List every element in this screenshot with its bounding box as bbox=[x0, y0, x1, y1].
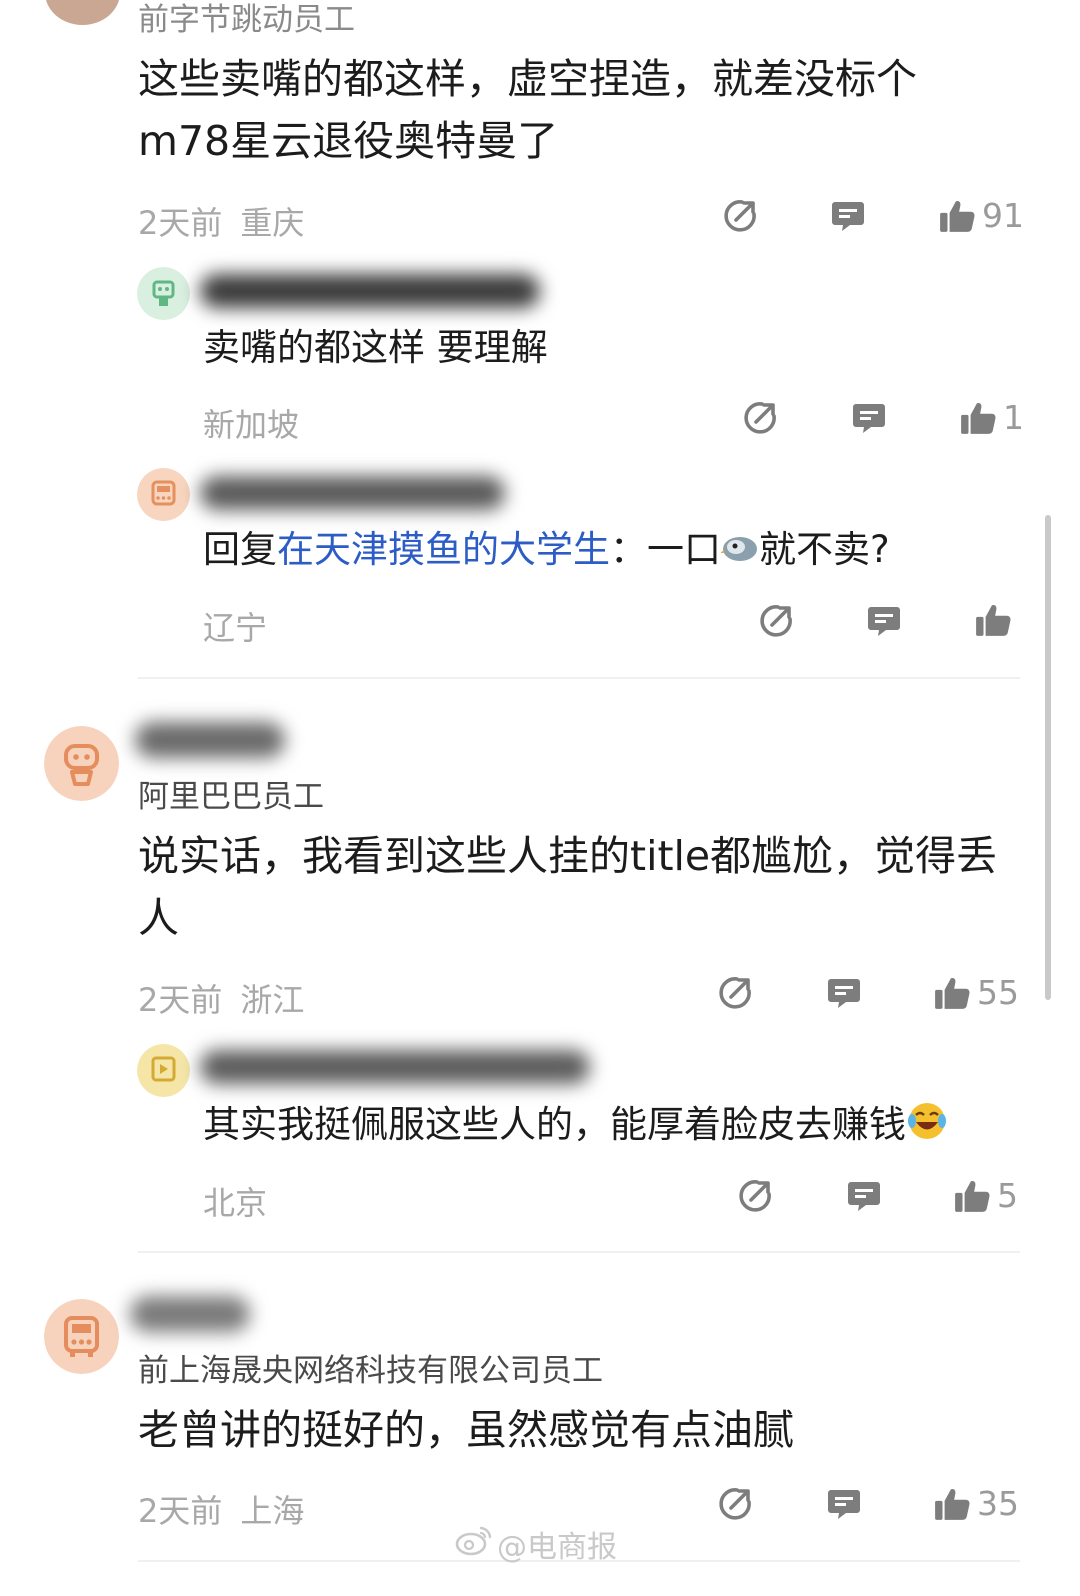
share-icon bbox=[719, 1488, 751, 1520]
share-button[interactable] bbox=[717, 975, 753, 1011]
bus-avatar-icon bbox=[137, 468, 190, 521]
reply-text-body: 其实我挺佩服这些人的，能厚着脸皮去赚钱 bbox=[203, 1103, 906, 1146]
share-button[interactable] bbox=[758, 603, 794, 639]
like-count: 55 bbox=[977, 973, 1019, 1012]
watermark-text: @电商报 bbox=[497, 1530, 617, 1565]
reply-text: 回复在天津摸鱼的大学生：一口 就不卖? bbox=[203, 527, 890, 575]
comment-button[interactable] bbox=[826, 1486, 862, 1522]
thumbs-up-icon bbox=[935, 977, 970, 1009]
comment-button[interactable] bbox=[866, 603, 902, 639]
timestamp: 2天前 bbox=[138, 981, 223, 1019]
like-count: 1 bbox=[1003, 398, 1024, 437]
location: 新加坡 bbox=[203, 406, 300, 444]
scrollbar[interactable] bbox=[1045, 515, 1051, 1000]
comment-button[interactable] bbox=[846, 1178, 882, 1214]
comment-button[interactable] bbox=[851, 400, 887, 436]
comment-text: 这些卖嘴的都这样，虚空捏造，就差没标个m78星云退役奥特曼了 bbox=[138, 55, 917, 165]
avatar[interactable] bbox=[45, 0, 120, 25]
like-button[interactable]: 91 bbox=[938, 196, 1024, 235]
reply-text: 其实我挺佩服这些人的，能厚着脸皮去赚钱 bbox=[203, 1101, 948, 1152]
location: 辽宁 bbox=[203, 609, 268, 647]
blurred-username bbox=[130, 1296, 250, 1332]
like-count: 5 bbox=[997, 1176, 1018, 1215]
comment-meta: 2天前 重庆 bbox=[138, 198, 304, 244]
user-company: 前字节跳动员工 bbox=[138, 2, 355, 38]
share-button[interactable] bbox=[722, 198, 758, 234]
comment-meta: 2天前 浙江 bbox=[138, 975, 304, 1021]
location: 重庆 bbox=[240, 204, 305, 242]
timestamp: 2天前 bbox=[138, 204, 223, 242]
comment-icon bbox=[828, 979, 860, 1008]
blurred-username bbox=[200, 1050, 590, 1084]
share-button[interactable] bbox=[737, 1178, 773, 1214]
bird-emoji-icon bbox=[720, 529, 759, 575]
like-count: 35 bbox=[977, 1484, 1019, 1523]
share-icon bbox=[739, 1180, 771, 1212]
thumbs-up-icon bbox=[940, 200, 975, 232]
comment-icon bbox=[828, 1490, 860, 1519]
comment-button[interactable] bbox=[826, 975, 862, 1011]
share-icon bbox=[744, 402, 776, 434]
share-button[interactable] bbox=[717, 1486, 753, 1522]
thumbs-up-icon bbox=[955, 1180, 990, 1212]
timestamp: 2天前 bbox=[138, 1492, 223, 1530]
like-button[interactable]: 35 bbox=[933, 1484, 1019, 1523]
comment-text: 老曾讲的挺好的，虽然感觉有点油腻 bbox=[138, 1406, 794, 1454]
like-button[interactable] bbox=[974, 601, 1018, 639]
reply-text-after: 就不卖? bbox=[759, 528, 890, 571]
user-company: 阿里巴巴员工 bbox=[138, 779, 324, 815]
avatar[interactable] bbox=[137, 468, 190, 521]
location: 北京 bbox=[203, 1184, 268, 1222]
laughing-emoji-icon bbox=[906, 1101, 948, 1152]
robot-avatar-icon bbox=[137, 267, 190, 320]
blurred-username bbox=[135, 722, 285, 758]
share-icon bbox=[719, 977, 751, 1009]
bus-avatar-icon bbox=[44, 1299, 119, 1374]
like-button[interactable]: 55 bbox=[933, 973, 1019, 1012]
comment-button[interactable] bbox=[830, 198, 866, 234]
watermark: @电商报 bbox=[455, 1522, 617, 1566]
like-count: 91 bbox=[982, 196, 1024, 235]
blurred-username bbox=[200, 476, 505, 510]
robot-avatar-icon bbox=[44, 726, 119, 801]
location: 上海 bbox=[240, 1492, 305, 1530]
like-button[interactable]: 5 bbox=[953, 1176, 1018, 1215]
avatar[interactable] bbox=[137, 1044, 190, 1097]
reply-prefix: 回复 bbox=[203, 528, 277, 571]
weibo-logo-icon bbox=[455, 1524, 493, 1564]
thumbs-up-icon bbox=[976, 604, 1011, 636]
reply-colon: ： bbox=[610, 528, 647, 571]
share-icon bbox=[724, 200, 756, 232]
comment-icon bbox=[853, 404, 885, 433]
comment-text: 说实话，我看到这些人挂的title都尴尬，觉得丢人 bbox=[138, 832, 998, 942]
like-button[interactable]: 1 bbox=[959, 398, 1024, 437]
location: 浙江 bbox=[240, 981, 305, 1019]
tv-avatar-icon bbox=[137, 1044, 190, 1097]
user-company: 前上海晟央网络科技有限公司员工 bbox=[138, 1353, 603, 1389]
comment-icon bbox=[848, 1182, 880, 1211]
comment-icon bbox=[868, 607, 900, 636]
reply-to-user-link[interactable]: 在天津摸鱼的大学生 bbox=[277, 528, 610, 571]
comment-meta: 2天前 上海 bbox=[138, 1486, 304, 1532]
blurred-username bbox=[200, 274, 540, 308]
avatar[interactable] bbox=[137, 267, 190, 320]
reply-text: 卖嘴的都这样 要理解 bbox=[203, 326, 548, 369]
avatar[interactable] bbox=[44, 726, 119, 801]
thumbs-up-icon bbox=[935, 1488, 970, 1520]
comment-divider bbox=[138, 1251, 1020, 1253]
thumbs-up-icon bbox=[961, 402, 996, 434]
share-icon bbox=[760, 605, 792, 637]
reply-text-before: 一口 bbox=[647, 528, 721, 571]
comment-icon bbox=[832, 202, 864, 231]
share-button[interactable] bbox=[742, 400, 778, 436]
comment-divider bbox=[138, 677, 1020, 679]
avatar[interactable] bbox=[44, 1299, 119, 1374]
